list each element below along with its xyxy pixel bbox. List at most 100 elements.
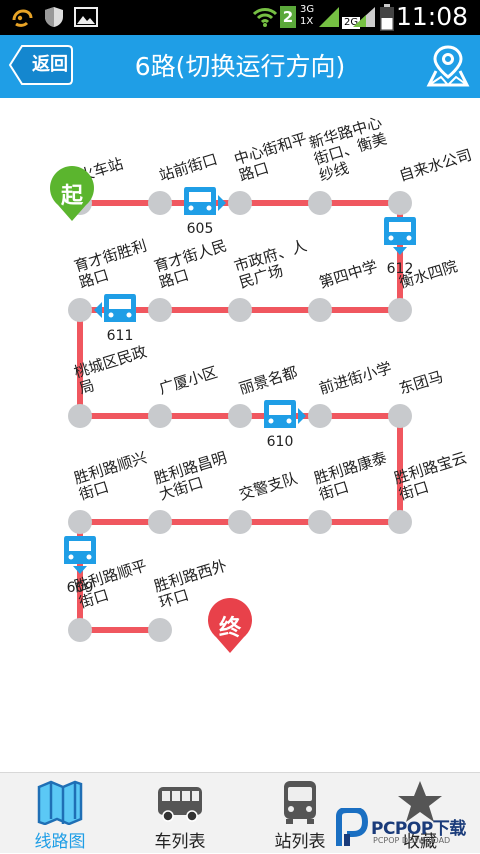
stop-label: 胜利路宝云街口	[392, 448, 469, 503]
stop-name[interactable]: 胜利路康泰	[312, 448, 389, 487]
stop-label: 广厦小区	[157, 363, 220, 398]
stop-dot	[148, 298, 172, 322]
stop-name[interactable]: 丽景名都	[237, 363, 300, 398]
stop-name[interactable]: 自来水公司	[397, 146, 474, 185]
bus-light	[388, 235, 394, 241]
stop-dot	[148, 191, 172, 215]
stop-label: 市政府、人民广场	[232, 236, 309, 291]
bus-light	[286, 418, 292, 424]
network-label-1x: 1X	[300, 16, 314, 27]
stop-dot	[68, 404, 92, 428]
route-map: 火车站 站前街口 中心街和平路口新华路中心街口、衡美纱线 自来水公司衡水四院第四中学市…	[50, 113, 474, 653]
tab-route-map-label: 线路图	[34, 832, 86, 852]
bus-light	[108, 312, 114, 318]
watermark-sub: PCPOP DOWNLOAD	[373, 836, 451, 845]
bus-marker: 605	[184, 187, 226, 237]
bus-window	[269, 405, 291, 415]
stop-name[interactable]: 交警支队	[237, 469, 300, 504]
bus-number: 609	[67, 580, 94, 596]
stop-label: 自来水公司	[397, 146, 474, 185]
tab-route-map[interactable]: 线路图	[0, 773, 120, 854]
bus-marker: 609	[64, 536, 96, 596]
stop-name[interactable]: 广厦小区	[157, 363, 220, 398]
start-marker-label: 起	[60, 184, 84, 209]
stop-name[interactable]: 第四中学	[317, 257, 380, 292]
signal-icon	[319, 7, 339, 27]
stop-dot	[388, 298, 412, 322]
route-map-icon	[37, 780, 83, 825]
map-pin-icon[interactable]	[426, 43, 470, 89]
end-marker: 终	[208, 598, 252, 653]
stop-dot	[148, 404, 172, 428]
stop-dot	[228, 191, 252, 215]
bus-window	[69, 541, 91, 551]
stop-label: 胜利路康泰街口	[312, 448, 389, 503]
stop-label: 丽景名都	[237, 363, 300, 398]
bus-number: 605	[187, 221, 214, 237]
stop-label: 中心街和平路口	[232, 129, 309, 184]
bus-number: 610	[267, 434, 294, 450]
stop-dot	[308, 404, 332, 428]
wifi-icon	[252, 8, 278, 27]
bus-marker: 612	[384, 217, 416, 277]
bus-light	[188, 205, 194, 211]
stop-dot	[388, 404, 412, 428]
shield-icon	[45, 7, 63, 27]
bus-window	[189, 192, 211, 202]
app-header: 返回 6路(切换运行方向)	[0, 35, 480, 98]
bus-direction-arrow	[218, 195, 226, 211]
stop-dot	[228, 510, 252, 534]
stop-label: 站前街口	[157, 150, 220, 185]
image-icon	[74, 7, 98, 27]
stop-dot	[308, 191, 332, 215]
stop-label: 东团马	[397, 367, 445, 397]
stop-name[interactable]: 桃城区民政	[72, 342, 149, 381]
stop-name[interactable]: 前进街小学	[317, 359, 394, 398]
stop-dot	[388, 191, 412, 215]
bus-number: 611	[107, 328, 134, 344]
bus-marker: 611	[94, 294, 136, 344]
stop-label: 胜利路顺兴街口	[72, 448, 149, 503]
signal-2-icon	[353, 7, 375, 27]
stop-label: 新华路中心街口、衡美纱线	[307, 113, 389, 185]
network-type-label: 3G 1X	[300, 4, 314, 28]
stop-dot	[228, 298, 252, 322]
end-marker-label: 终	[219, 615, 242, 641]
stop-name[interactable]: 东团马	[397, 367, 445, 397]
bus-light	[268, 418, 274, 424]
bus-light	[126, 312, 132, 318]
stop-name[interactable]: 育才街人民	[152, 236, 229, 275]
stop-dot	[148, 510, 172, 534]
stop-name[interactable]: 站前街口	[157, 150, 220, 185]
battery-icon	[380, 4, 394, 31]
stop-name[interactable]: 胜利路顺兴	[72, 448, 149, 487]
back-button[interactable]: 返回	[8, 44, 74, 86]
stop-dot	[308, 298, 332, 322]
bus-direction-arrow	[393, 247, 407, 255]
bus-number: 612	[387, 261, 414, 277]
bus-light	[406, 235, 412, 241]
stop-name[interactable]: 胜利路宝云	[392, 448, 469, 487]
network-label-3g: 3G	[300, 4, 315, 15]
stop-dot	[388, 510, 412, 534]
pcpop-watermark: PCPOP下载 PCPOP DOWNLOAD	[333, 806, 480, 852]
bus-window	[389, 222, 411, 232]
bus-direction-arrow	[73, 566, 87, 574]
uc-browser-icon	[12, 9, 33, 27]
stop-name[interactable]: 中心街和平	[232, 129, 309, 168]
bus-marker: 610	[264, 400, 306, 450]
stop-dot	[228, 404, 252, 428]
stop-label: 第四中学	[317, 257, 380, 292]
stop-dot	[68, 298, 92, 322]
sim-badge: 2	[280, 6, 296, 28]
stop-label: 育才街人民路口	[152, 236, 229, 291]
stop-name[interactable]: 胜利路西外	[152, 556, 229, 595]
stop-label: 育才街胜利路口	[72, 236, 149, 291]
stop-label: 桃城区民政局	[72, 342, 149, 397]
bus-light	[206, 205, 212, 211]
tab-bus-list[interactable]: 车列表	[120, 773, 240, 854]
bus-front-icon	[284, 781, 316, 824]
bus-direction-arrow	[94, 302, 102, 318]
back-button-label: 返回	[32, 54, 68, 75]
stop-name[interactable]: 育才街胜利	[72, 236, 149, 275]
